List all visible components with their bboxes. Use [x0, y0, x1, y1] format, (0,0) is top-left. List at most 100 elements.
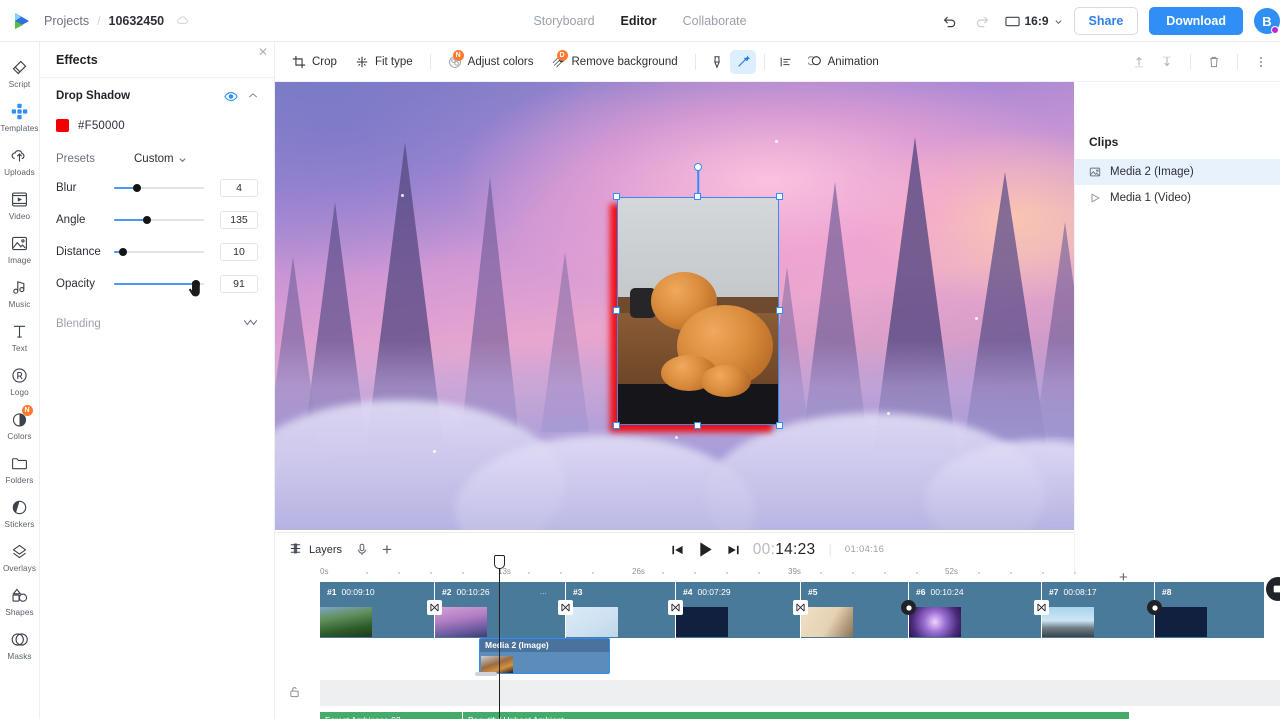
sidebar-item-masks[interactable]: Masks — [0, 628, 40, 661]
eye-icon[interactable] — [224, 91, 238, 102]
timeline-clip-5[interactable]: #5 — [801, 582, 909, 638]
resize-handle-tc[interactable] — [694, 193, 701, 200]
slider-knob[interactable] — [143, 216, 151, 224]
remove-background-button[interactable]: D Remove background — [543, 50, 687, 74]
selected-layer[interactable] — [617, 197, 779, 425]
resize-handle-tl[interactable] — [613, 193, 620, 200]
play-icon[interactable] — [697, 541, 714, 558]
playhead[interactable] — [499, 566, 500, 719]
sidebar-item-script[interactable]: Script — [0, 56, 40, 89]
sidebar-item-logo[interactable]: Logo — [0, 364, 40, 397]
resize-handle-bc[interactable] — [694, 422, 701, 429]
clip-item-media-2[interactable]: Media 2 (Image) — [1075, 159, 1280, 185]
sidebar-item-image[interactable]: Image — [0, 232, 40, 265]
adjust-colors-button[interactable]: N Adjust colors — [439, 50, 543, 74]
download-button[interactable]: Download — [1149, 7, 1243, 35]
redo-icon[interactable] — [972, 10, 994, 32]
timeline-clip-8[interactable]: #8 — [1155, 582, 1265, 638]
magic-wand-icon[interactable] — [730, 50, 756, 74]
sidebar-item-video[interactable]: Video — [0, 188, 40, 221]
timeline-clip-6[interactable]: #600:10:24 — [909, 582, 1042, 638]
transition-icon[interactable] — [558, 600, 573, 615]
resize-handle-ml[interactable] — [613, 307, 620, 314]
avatar[interactable]: B — [1254, 8, 1280, 34]
audio-clip-1[interactable]: Forest Ambience 02 — [320, 712, 463, 719]
crop-button[interactable]: Crop — [283, 50, 346, 74]
breadcrumb-projects[interactable]: Projects — [44, 14, 89, 28]
audio-clip-2[interactable]: Beautiful Upbeat Ambient ... — [463, 712, 1130, 719]
layers-button[interactable]: Layers — [289, 542, 342, 558]
clip-drag-handle[interactable] — [475, 672, 497, 676]
blending-icon[interactable] — [243, 315, 258, 333]
transition-icon[interactable] — [427, 600, 442, 615]
angle-slider[interactable] — [114, 213, 204, 227]
breadcrumb-current[interactable]: 10632450 — [109, 14, 165, 28]
resize-handle-bl[interactable] — [613, 422, 620, 429]
rotate-handle[interactable] — [694, 163, 702, 171]
angle-value[interactable]: 135 — [220, 211, 258, 229]
opacity-value[interactable]: 91 — [220, 275, 258, 293]
bring-forward-icon[interactable] — [1126, 50, 1152, 74]
clip-overflow[interactable]: ... — [540, 587, 547, 596]
tab-collaborate[interactable]: Collaborate — [683, 14, 747, 28]
sidebar-item-stickers[interactable]: Stickers — [0, 496, 40, 529]
sidebar-item-uploads[interactable]: Uploads — [0, 144, 40, 177]
tab-storyboard[interactable]: Storyboard — [533, 14, 594, 28]
skip-to-end-icon[interactable] — [727, 544, 740, 556]
sidebar-item-templates[interactable]: Templates — [0, 100, 40, 133]
slider-knob[interactable] — [133, 184, 141, 192]
transition-icon[interactable] — [1147, 600, 1162, 615]
resize-handle-mr[interactable] — [776, 307, 783, 314]
fit-type-button[interactable]: Fit type — [346, 50, 422, 74]
microphone-icon[interactable] — [356, 543, 368, 556]
blur-value[interactable]: 4 — [220, 179, 258, 197]
unlock-icon[interactable] — [289, 685, 300, 703]
erase-tool-icon[interactable] — [704, 50, 730, 74]
sidebar-item-text[interactable]: Text — [0, 320, 40, 353]
transition-icon[interactable] — [668, 600, 683, 615]
tab-editor[interactable]: Editor — [621, 14, 657, 28]
timeline-clip-7[interactable]: #700:08:17 — [1042, 582, 1155, 638]
app-logo[interactable] — [0, 11, 44, 31]
undo-icon[interactable] — [939, 10, 961, 32]
presets-dropdown[interactable]: Custom — [134, 153, 187, 165]
opacity-slider[interactable] — [114, 277, 204, 291]
blending-row[interactable]: Blending — [40, 315, 274, 333]
timeline-clip-3[interactable]: #3 — [566, 582, 676, 638]
clip-item-media-1[interactable]: Media 1 (Video) — [1075, 185, 1280, 211]
sidebar-item-music[interactable]: Music — [0, 276, 40, 309]
timeline-clip-1[interactable]: #100:09:10 — [320, 582, 435, 638]
timeline-clip-2[interactable]: #200:10:26 ... — [435, 582, 566, 638]
shadow-color-row[interactable]: #F50000 — [56, 119, 258, 132]
add-track-button[interactable]: + — [1119, 570, 1128, 585]
transition-icon[interactable] — [793, 600, 808, 615]
animation-button[interactable]: Animation — [799, 50, 888, 74]
delete-icon[interactable] — [1201, 50, 1227, 74]
sidebar-item-overlays[interactable]: Overlays — [0, 540, 40, 573]
video-preview[interactable] — [275, 82, 1074, 530]
slider-knob[interactable] — [119, 248, 127, 256]
blur-slider[interactable] — [114, 181, 204, 195]
more-options-icon[interactable] — [1248, 50, 1274, 74]
empty-track[interactable] — [320, 680, 1280, 706]
chevron-up-icon[interactable] — [248, 91, 258, 102]
current-time[interactable]: 00:14:23 — [753, 541, 816, 559]
share-button[interactable]: Share — [1074, 7, 1139, 35]
resize-handle-br[interactable] — [776, 422, 783, 429]
color-swatch[interactable] — [56, 119, 69, 132]
align-icon[interactable] — [773, 50, 799, 74]
aspect-ratio-selector[interactable]: 16:9 — [1005, 14, 1063, 28]
distance-slider[interactable] — [114, 245, 204, 259]
transition-icon[interactable] — [901, 600, 916, 615]
skip-to-start-icon[interactable] — [671, 544, 684, 556]
sidebar-item-folders[interactable]: Folders — [0, 452, 40, 485]
add-layer-button[interactable]: + — [382, 541, 392, 558]
send-backward-icon[interactable] — [1154, 50, 1180, 74]
sidebar-item-colors[interactable]: N Colors — [0, 408, 40, 441]
close-icon[interactable]: ✕ — [258, 46, 268, 58]
resize-handle-tr[interactable] — [776, 193, 783, 200]
playhead-handle[interactable] — [494, 555, 505, 569]
transition-icon[interactable] — [1034, 600, 1049, 615]
distance-value[interactable]: 10 — [220, 243, 258, 261]
timeline-clip-4[interactable]: #400:07:29 — [676, 582, 801, 638]
